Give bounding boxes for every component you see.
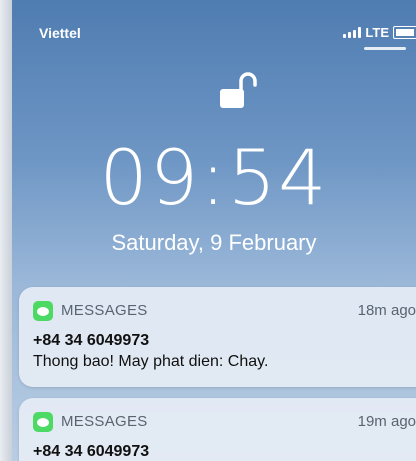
control-center-indicator[interactable]: [364, 47, 406, 50]
status-bar: Viettel LTE: [12, 0, 416, 44]
notification-card[interactable]: MESSAGES 19m ago +84 34 6049973: [19, 398, 416, 461]
notification-app-name: MESSAGES: [61, 413, 148, 430]
network-label: LTE: [365, 25, 389, 40]
notification-sender: +84 34 6049973: [33, 332, 150, 349]
background-edge: [0, 0, 12, 461]
notification-time: 18m ago: [357, 302, 416, 319]
notification-time: 19m ago: [357, 413, 416, 430]
messages-app-icon: [33, 301, 53, 321]
lock-date: Saturday, 9 February: [111, 230, 317, 255]
status-indicators: LTE: [343, 25, 416, 40]
notification-body: Thong bao! May phat dien: Chay.: [33, 353, 269, 370]
unlocked-padlock-icon: [220, 72, 257, 108]
lock-time: 09:54: [99, 133, 329, 222]
signal-icon: [343, 27, 362, 38]
carrier-label: Viettel: [39, 25, 81, 41]
notification-card[interactable]: MESSAGES 18m ago +84 34 6049973 Thong ba…: [19, 287, 416, 387]
lock-screen: Viettel LTE 09:54 Saturday, 9 February M…: [12, 0, 416, 461]
messages-app-icon: [33, 412, 53, 432]
battery-icon: [393, 26, 416, 39]
notification-sender: +84 34 6049973: [33, 443, 150, 460]
notification-app-name: MESSAGES: [61, 302, 148, 319]
